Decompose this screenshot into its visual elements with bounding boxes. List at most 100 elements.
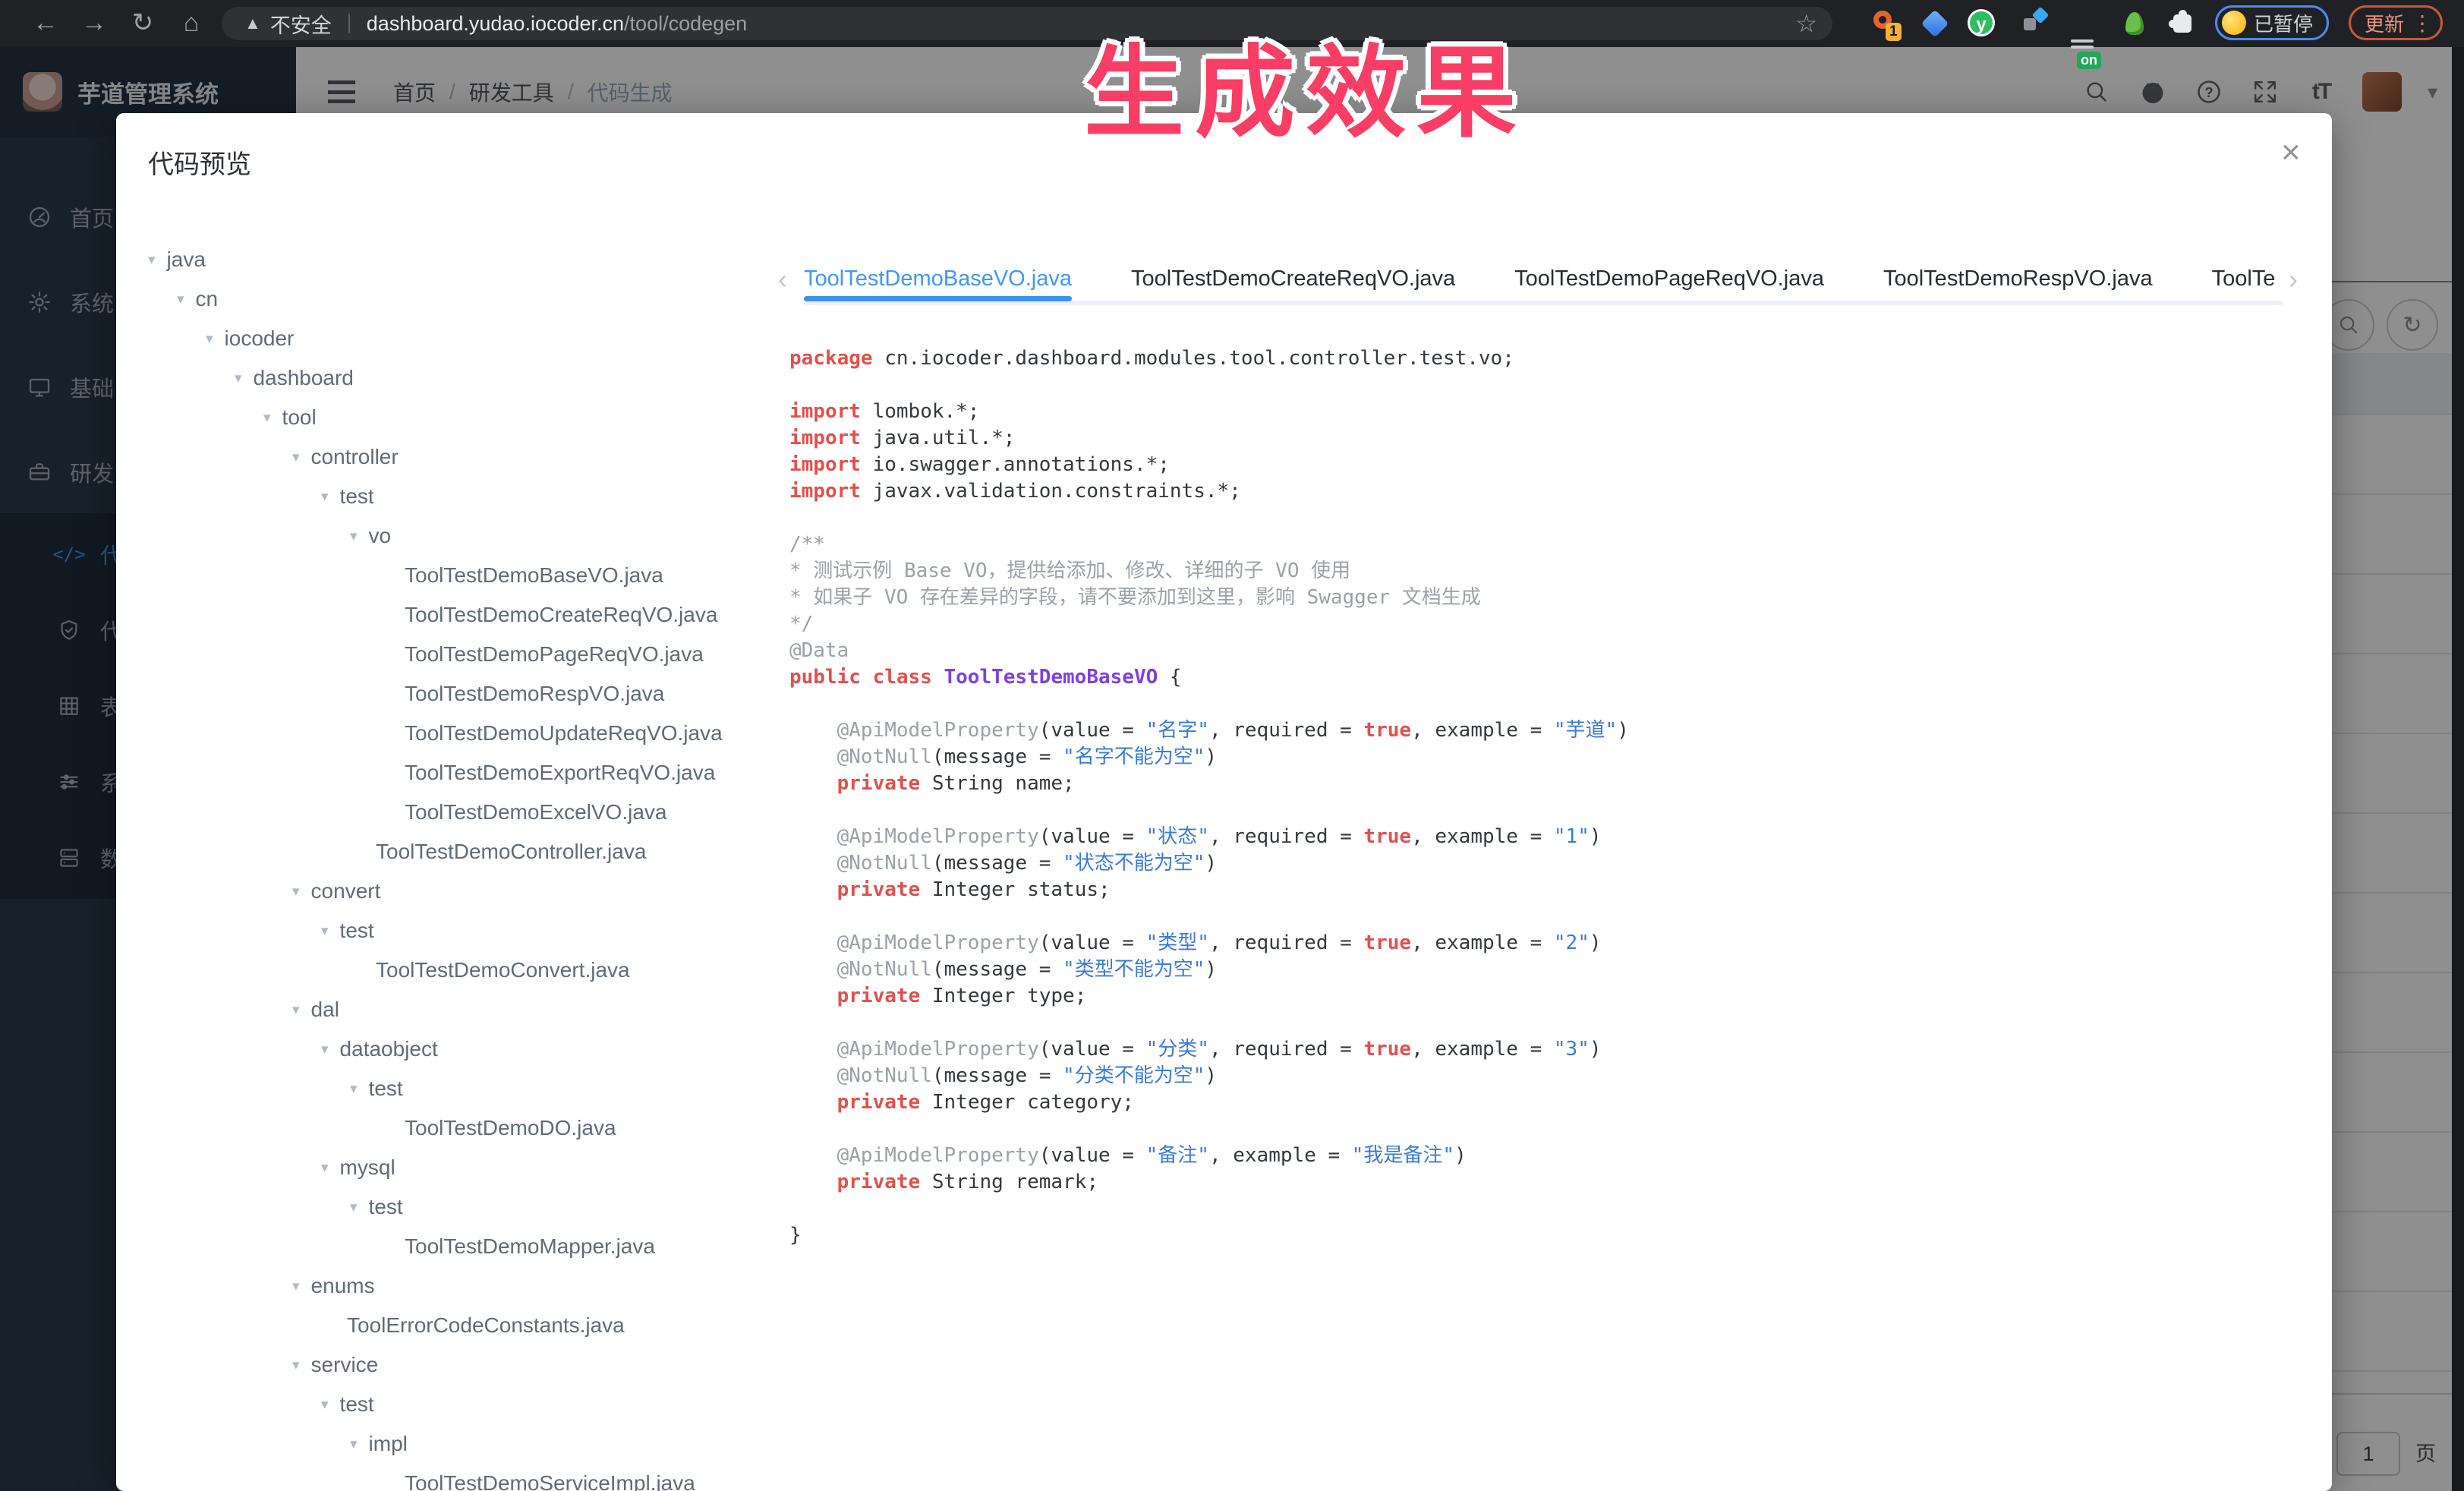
- tree-folder[interactable]: ▾ dal: [148, 990, 778, 1029]
- code-line: private String name;: [789, 771, 1629, 797]
- browser-back-icon[interactable]: ←: [25, 0, 66, 47]
- tree-file[interactable]: ToolTestDemoRespVO.java: [148, 674, 778, 714]
- tab-scroll-left-icon[interactable]: ‹: [778, 263, 787, 295]
- app-page: 芋道管理系统 首页系统基础研发 </>代码生成代表系数 首页/研发工具/代码生成…: [0, 47, 2464, 1491]
- tree-folder[interactable]: ▾test: [148, 911, 778, 950]
- tree-file[interactable]: ToolTestDemoController.java: [148, 832, 778, 872]
- tab-scroll-right-icon[interactable]: ›: [2289, 263, 2298, 295]
- tree-folder[interactable]: ▾vo: [148, 516, 778, 556]
- tree-caret-icon[interactable]: ▾: [292, 449, 300, 466]
- code-line: @ApiModelProperty(value = "名字", required…: [789, 717, 1629, 744]
- tree-item-label: ToolTestDemoExportReqVO.java: [405, 761, 715, 785]
- tree-item-label: test: [340, 484, 374, 509]
- tree-folder[interactable]: ▾dashboard: [148, 358, 778, 398]
- code-line: import javax.validation.constraints.*;: [789, 478, 1629, 505]
- code-line: * 如果子 VO 存在差异的字段，请不要添加到这里，影响 Swagger 文档生…: [789, 585, 1629, 611]
- tree-folder[interactable]: ▾ enums: [148, 1266, 778, 1306]
- tree-item-label: ToolTestDemoMapper.java: [405, 1234, 655, 1259]
- code-preview-modal: 代码预览 × ▾java▾cn▾iocoder▾dashboard▾tool▾c…: [116, 113, 2332, 1491]
- code-line: [789, 797, 1629, 824]
- code-line: @ApiModelProperty(value = "类型", required…: [789, 930, 1629, 957]
- tree-folder[interactable]: ▾ tool: [148, 398, 778, 437]
- code-line: import java.util.*;: [789, 425, 1629, 452]
- tree-folder[interactable]: ▾ test: [148, 477, 778, 516]
- tree-caret-icon[interactable]: ▾: [321, 1041, 329, 1058]
- code-line: @NotNull(message = "类型不能为空"): [789, 957, 1629, 983]
- tree-caret-icon[interactable]: ▾: [292, 1357, 300, 1374]
- tree-file[interactable]: ToolTestDemoUpdateReqVO.java: [148, 714, 778, 753]
- tree-file[interactable]: ToolErrorCodeConstants.java: [148, 1306, 778, 1345]
- tree-caret-icon[interactable]: ▾: [263, 409, 271, 427]
- tree-file[interactable]: ToolTestDemoBaseVO.java: [148, 556, 778, 595]
- tree-item-label: controller: [311, 445, 399, 469]
- tree-item-label: ToolTestDemoDO.java: [405, 1116, 616, 1140]
- tree-item-label: convert: [311, 879, 381, 903]
- tab-ToolTestDemoPageReqVO.java[interactable]: ToolTestDemoPageReqVO.java: [1514, 259, 1824, 301]
- tree-item-label: dal: [311, 998, 339, 1022]
- tab-ToolTe[interactable]: ToolTe: [2212, 259, 2276, 301]
- tree-folder[interactable]: ▾java: [148, 240, 778, 279]
- code-line: @ApiModelProperty(value = "备注", example …: [789, 1143, 1629, 1169]
- tree-caret-icon[interactable]: ▾: [350, 1080, 358, 1098]
- tree-item-label: cn: [196, 287, 219, 311]
- tree-folder[interactable]: ▾impl: [148, 1424, 778, 1464]
- tree-folder[interactable]: ▾iocoder: [148, 319, 778, 358]
- tree-caret-icon[interactable]: ▾: [321, 488, 329, 506]
- tree-item-label: tool: [282, 405, 317, 430]
- code-line: [789, 505, 1629, 531]
- tree-caret-icon[interactable]: ▾: [321, 1159, 329, 1177]
- annotation-text: 生成效果: [129, 12, 2464, 157]
- tree-item-label: ToolTestDemoUpdateReqVO.java: [405, 721, 723, 746]
- tab-ToolTestDemoCreateReqVO.java[interactable]: ToolTestDemoCreateReqVO.java: [1131, 259, 1455, 301]
- tree-file[interactable]: ToolTestDemoCreateReqVO.java: [148, 595, 778, 635]
- tree-caret-icon[interactable]: ▾: [235, 370, 242, 387]
- tree-item-label: ToolTestDemoBaseVO.java: [405, 563, 663, 588]
- tree-caret-icon[interactable]: ▾: [292, 1001, 300, 1019]
- tree-item-label: dataobject: [340, 1037, 438, 1061]
- tree-file[interactable]: ToolTestDemoConvert.java: [148, 950, 778, 990]
- tree-caret-icon[interactable]: ▾: [292, 1278, 300, 1295]
- tree-file[interactable]: ToolTestDemoPageReqVO.java: [148, 635, 778, 674]
- code-line: @NotNull(message = "分类不能为空"): [789, 1063, 1629, 1089]
- tree-file[interactable]: ToolTestDemoDO.java: [148, 1108, 778, 1148]
- code-view: package cn.iocoder.dashboard.modules.too…: [789, 345, 1629, 1249]
- tree-item-label: ToolTestDemoRespVO.java: [405, 682, 664, 706]
- tree-caret-icon[interactable]: ▾: [350, 1199, 358, 1216]
- tree-folder[interactable]: ▾ mysql: [148, 1148, 778, 1187]
- tree-caret-icon[interactable]: ▾: [350, 1436, 358, 1453]
- tree-folder[interactable]: ▾ convert: [148, 872, 778, 911]
- tree-folder[interactable]: ▾ dataobject: [148, 1029, 778, 1069]
- code-line: private Integer status;: [789, 877, 1629, 903]
- tree-item-label: enums: [311, 1274, 375, 1298]
- code-line: @ApiModelProperty(value = "状态", required…: [789, 824, 1629, 850]
- tree-folder[interactable]: ▾service: [148, 1345, 778, 1385]
- tab-ToolTestDemoBaseVO.java[interactable]: ToolTestDemoBaseVO.java: [804, 259, 1072, 301]
- tree-folder[interactable]: ▾test: [148, 1187, 778, 1227]
- file-tree: ▾java▾cn▾iocoder▾dashboard▾tool▾controll…: [148, 240, 778, 1491]
- tree-item-label: mysql: [340, 1155, 395, 1180]
- tree-item-label: ToolTestDemoConvert.java: [376, 958, 630, 982]
- tree-caret-icon[interactable]: ▾: [321, 922, 329, 940]
- tree-caret-icon[interactable]: ▾: [292, 883, 300, 900]
- tree-folder[interactable]: ▾ controller: [148, 437, 778, 477]
- tree-caret-icon[interactable]: ▾: [321, 1396, 329, 1414]
- tree-caret-icon[interactable]: ▾: [177, 291, 184, 308]
- tree-caret-icon[interactable]: ▾: [206, 330, 213, 348]
- tree-folder[interactable]: ▾ cn: [148, 279, 778, 319]
- tree-file[interactable]: ToolTestDemoServiceImpl.java: [148, 1464, 778, 1491]
- tree-file[interactable]: ToolTestDemoMapper.java: [148, 1227, 778, 1266]
- code-line: private String remark;: [789, 1169, 1629, 1196]
- code-line: }: [789, 1222, 1629, 1249]
- tree-file[interactable]: ToolTestDemoExcelVO.java: [148, 793, 778, 832]
- code-line: [789, 903, 1629, 930]
- tab-ToolTestDemoRespVO.java[interactable]: ToolTestDemoRespVO.java: [1883, 259, 2153, 301]
- tree-file[interactable]: ToolTestDemoExportReqVO.java: [148, 753, 778, 793]
- tree-folder[interactable]: ▾test: [148, 1069, 778, 1108]
- tree-caret-icon[interactable]: ▾: [148, 251, 156, 269]
- code-line: private Integer category;: [789, 1089, 1629, 1116]
- browser-forward-icon[interactable]: →: [74, 0, 115, 47]
- tree-caret-icon[interactable]: ▾: [350, 528, 358, 545]
- tree-folder[interactable]: ▾test: [148, 1385, 778, 1424]
- code-line: @NotNull(message = "名字不能为空"): [789, 744, 1629, 771]
- tabs-bar: ToolTestDemoBaseVO.java ToolTestDemoCreat…: [804, 259, 2283, 301]
